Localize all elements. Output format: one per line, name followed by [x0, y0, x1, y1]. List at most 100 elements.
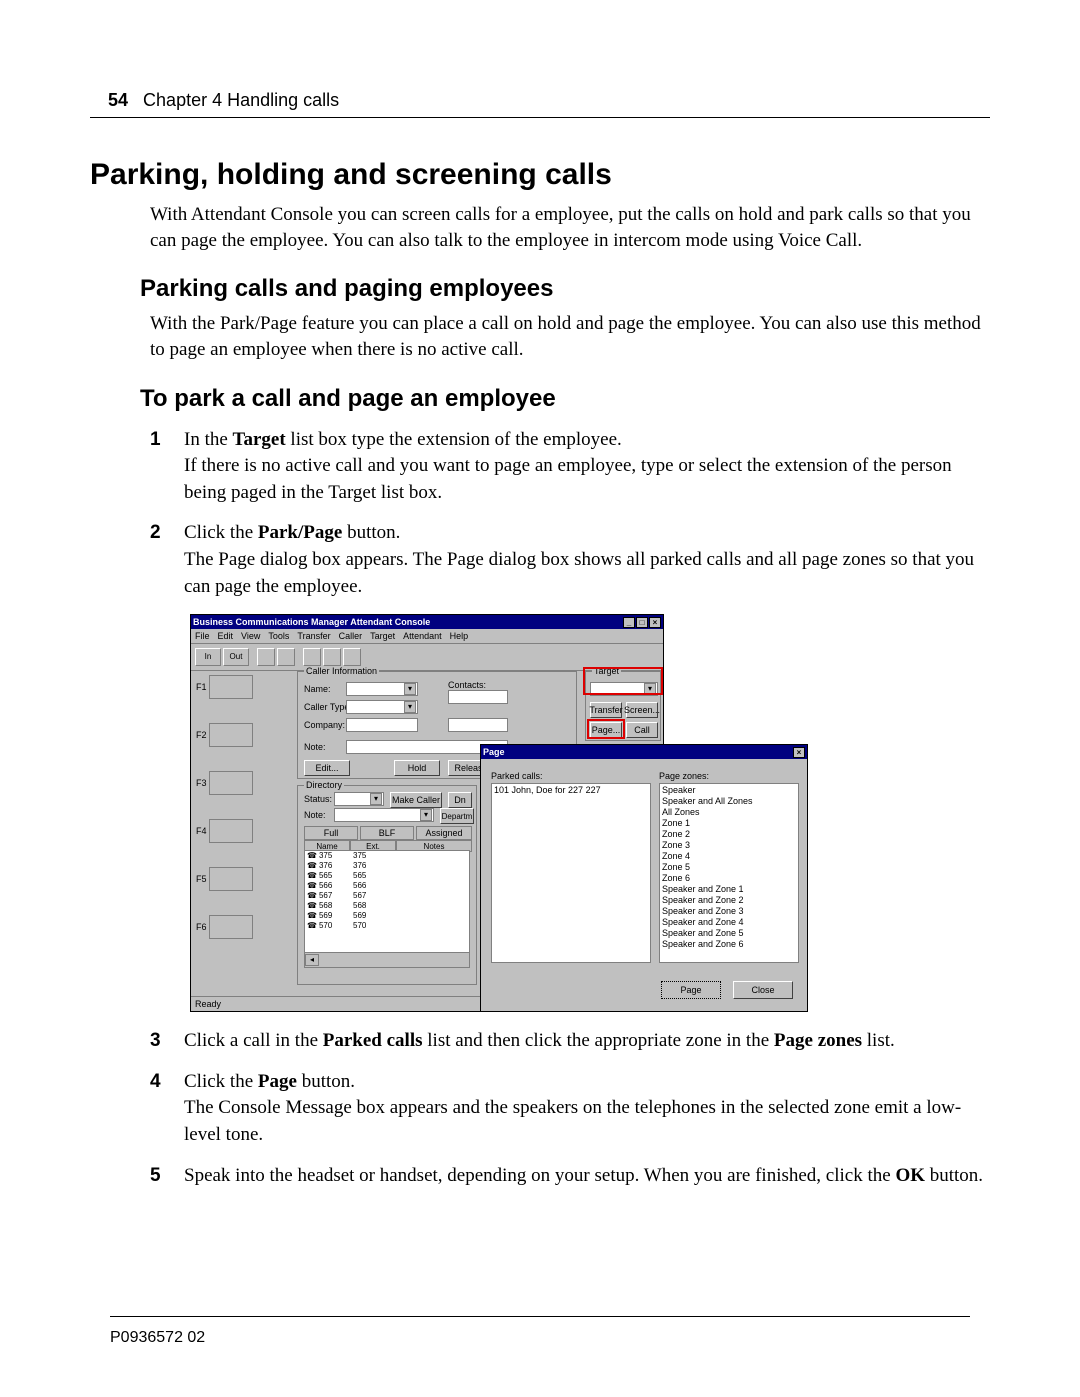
- status-dropdown[interactable]: [334, 792, 384, 806]
- step-text: In the Target list box type the extensio…: [184, 427, 990, 507]
- fkey-f4[interactable]: F4: [209, 819, 253, 843]
- toolbar-icon[interactable]: [343, 648, 361, 666]
- zone-item[interactable]: Zone 3: [662, 840, 796, 851]
- zone-item[interactable]: Speaker and Zone 5: [662, 928, 796, 939]
- directory-row[interactable]: 566566: [305, 881, 469, 891]
- tab-full[interactable]: Full: [304, 826, 358, 840]
- note-label: Note:: [304, 742, 326, 752]
- hold-button[interactable]: Hold: [394, 760, 440, 776]
- step-1: 1 In the Target list box type the extens…: [150, 427, 990, 507]
- close-icon[interactable]: ×: [793, 747, 805, 758]
- paragraph-2a: With the Park/Page feature you can place…: [150, 311, 990, 362]
- tab-assigned[interactable]: Assigned: [416, 826, 472, 840]
- zone-item[interactable]: Zone 4: [662, 851, 796, 862]
- app-titlebar: Business Communications Manager Attendan…: [191, 615, 663, 629]
- app-title: Business Communications Manager Attendan…: [193, 617, 430, 627]
- scroll-left-icon[interactable]: ◂: [305, 954, 319, 966]
- menu-attendant[interactable]: Attendant: [403, 631, 442, 641]
- name-dropdown[interactable]: [346, 682, 418, 696]
- zone-item[interactable]: Speaker and Zone 1: [662, 884, 796, 895]
- step-text: Click the Page button. The Console Messa…: [184, 1069, 990, 1149]
- dir-note-label: Note:: [304, 810, 326, 820]
- menu-target[interactable]: Target: [370, 631, 395, 641]
- tab-blf[interactable]: BLF: [360, 826, 414, 840]
- menu-file[interactable]: File: [195, 631, 210, 641]
- directory-row[interactable]: 570570: [305, 921, 469, 931]
- menu-tools[interactable]: Tools: [268, 631, 289, 641]
- screen-button[interactable]: Screen...: [626, 702, 658, 718]
- edit-button[interactable]: Edit...: [304, 760, 350, 776]
- company-field-2[interactable]: [448, 718, 508, 732]
- zone-item[interactable]: Zone 5: [662, 862, 796, 873]
- directory-label: Directory: [304, 780, 344, 790]
- contacts-field[interactable]: [448, 690, 508, 704]
- dn-button[interactable]: Dn: [448, 792, 472, 808]
- toolbar-out-button[interactable]: Out: [223, 648, 249, 666]
- menu-view[interactable]: View: [241, 631, 260, 641]
- zone-item[interactable]: All Zones: [662, 807, 796, 818]
- zone-item[interactable]: Speaker and Zone 3: [662, 906, 796, 917]
- directory-row[interactable]: 376376: [305, 861, 469, 871]
- fkey-f5[interactable]: F5: [209, 867, 253, 891]
- dialog-title: Page: [483, 747, 505, 757]
- heading-2b: To park a call and page an employee: [140, 385, 990, 413]
- fkey-f6[interactable]: F6: [209, 915, 253, 939]
- dialog-close-button[interactable]: Close: [733, 981, 793, 999]
- step-number: 1: [150, 427, 184, 507]
- fkey-f2[interactable]: F2: [209, 723, 253, 747]
- directory-row[interactable]: 565565: [305, 871, 469, 881]
- zone-item[interactable]: Speaker and All Zones: [662, 796, 796, 807]
- toolbar-icon[interactable]: [257, 648, 275, 666]
- company-field[interactable]: [346, 718, 418, 732]
- dialog-page-button[interactable]: Page: [661, 981, 721, 999]
- caller-type-dropdown[interactable]: [346, 700, 418, 714]
- toolbar-in-button[interactable]: In: [195, 648, 221, 666]
- dir-note-dropdown[interactable]: [334, 808, 434, 822]
- parked-calls-label: Parked calls:: [491, 771, 543, 781]
- directory-row[interactable]: 569569: [305, 911, 469, 921]
- step-number: 2: [150, 520, 184, 600]
- toolbar-icon[interactable]: [323, 648, 341, 666]
- page-zones-list[interactable]: Speaker Speaker and All Zones All Zones …: [659, 783, 799, 963]
- toolbar-icon[interactable]: [303, 648, 321, 666]
- horizontal-scrollbar[interactable]: ◂: [305, 952, 469, 967]
- parked-call-item[interactable]: 101 John, Doe for 227 227: [494, 785, 648, 796]
- call-button[interactable]: Call: [626, 722, 658, 738]
- directory-row[interactable]: 568568: [305, 901, 469, 911]
- contacts-label: Contacts:: [448, 680, 486, 690]
- intro-paragraph: With Attendant Console you can screen ca…: [150, 202, 990, 253]
- highlight-page-button: [587, 719, 625, 739]
- toolbar-icon[interactable]: [277, 648, 295, 666]
- menu-help[interactable]: Help: [450, 631, 469, 641]
- menu-edit[interactable]: Edit: [218, 631, 234, 641]
- page-zones-label: Page zones:: [659, 771, 709, 781]
- zone-item[interactable]: Speaker and Zone 2: [662, 895, 796, 906]
- menu-transfer[interactable]: Transfer: [297, 631, 330, 641]
- parked-calls-list[interactable]: 101 John, Doe for 227 227: [491, 783, 651, 963]
- directory-list[interactable]: 375375 376376 565565 566566 567567 56856…: [304, 850, 470, 968]
- directory-row[interactable]: 567567: [305, 891, 469, 901]
- menu-caller[interactable]: Caller: [339, 631, 363, 641]
- zone-item[interactable]: Speaker and Zone 4: [662, 917, 796, 928]
- departm-button[interactable]: Departm: [440, 808, 474, 824]
- maximize-icon[interactable]: □: [636, 617, 648, 628]
- make-caller-button[interactable]: Make Caller: [390, 792, 442, 808]
- running-header: 54 Chapter 4 Handling calls: [108, 90, 990, 111]
- embedded-screenshot: Business Communications Manager Attendan…: [190, 614, 810, 1014]
- directory-row[interactable]: 375375: [305, 851, 469, 861]
- window-controls: _ □ ×: [623, 617, 661, 628]
- close-icon[interactable]: ×: [649, 617, 661, 628]
- minimize-icon[interactable]: _: [623, 617, 635, 628]
- fkey-f3[interactable]: F3: [209, 771, 253, 795]
- dialog-controls: ×: [793, 747, 805, 758]
- step-5: 5 Speak into the headset or handset, dep…: [150, 1163, 990, 1190]
- zone-item[interactable]: Zone 2: [662, 829, 796, 840]
- zone-item[interactable]: Speaker: [662, 785, 796, 796]
- highlight-target-field: [583, 667, 663, 695]
- transfer-button[interactable]: Transfer: [590, 702, 622, 718]
- zone-item[interactable]: Zone 6: [662, 873, 796, 884]
- zone-item[interactable]: Zone 1: [662, 818, 796, 829]
- fkey-f1[interactable]: F1: [209, 675, 253, 699]
- dialog-titlebar: Page ×: [481, 745, 807, 759]
- zone-item[interactable]: Speaker and Zone 6: [662, 939, 796, 950]
